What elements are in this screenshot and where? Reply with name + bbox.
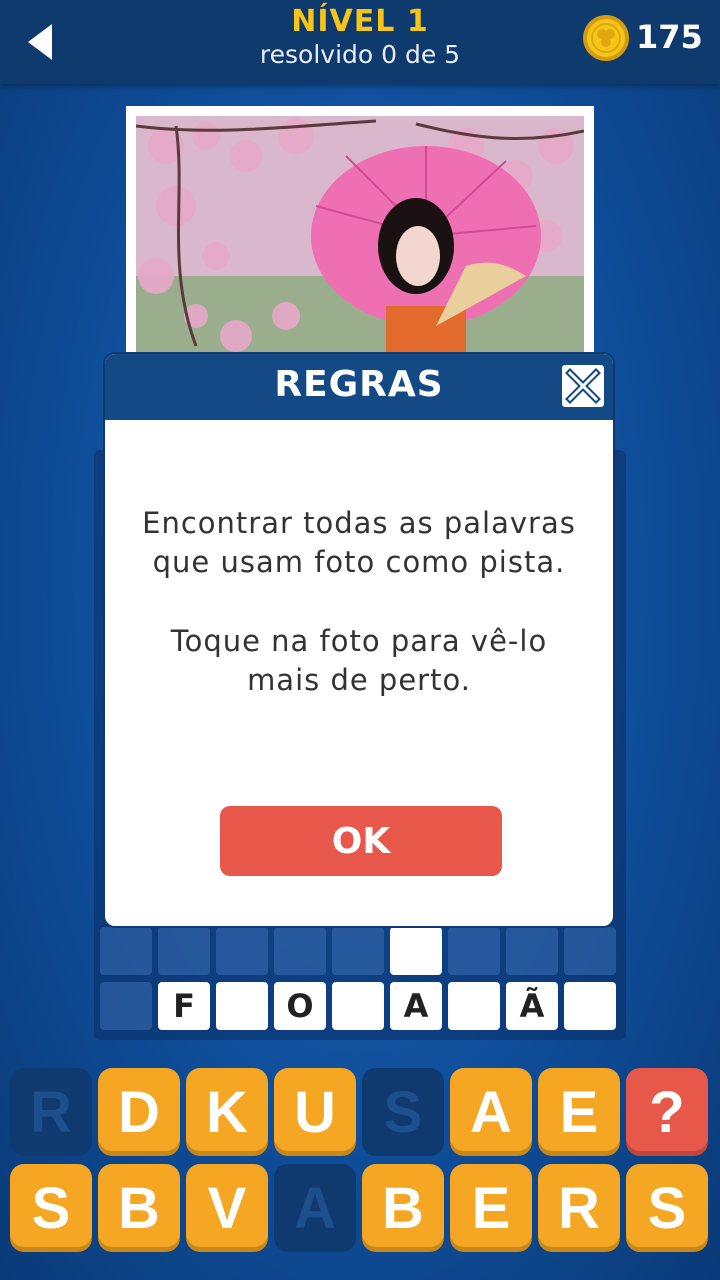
rules-line: Toque na foto para vê-lo [170, 624, 548, 658]
grid-cell [332, 927, 384, 975]
rules-line: que usam foto como pista. [152, 545, 566, 579]
grid-cell [274, 927, 326, 975]
rules-modal: REGRAS Encontrar todas as palavras que u… [103, 352, 615, 928]
photo-image [136, 116, 584, 366]
rules-line: Encontrar todas as palavras [142, 506, 576, 540]
letter-key[interactable]: K [186, 1068, 268, 1156]
letter-key[interactable]: B [362, 1164, 444, 1252]
coin-count: 175 [636, 18, 703, 56]
photo-clue[interactable] [126, 106, 594, 366]
rules-text-2: Toque na foto para vê-lo mais de perto. [125, 622, 593, 700]
grid-cell [216, 927, 268, 975]
answer-cell[interactable] [448, 982, 500, 1030]
answer-cell[interactable]: A [390, 982, 442, 1030]
grid-cell [390, 927, 442, 975]
answer-cell[interactable]: Ã [506, 982, 558, 1030]
grid-cell [564, 927, 616, 975]
answer-cell[interactable] [564, 982, 616, 1030]
letter-key[interactable]: B [98, 1164, 180, 1252]
answer-cell[interactable] [332, 982, 384, 1030]
letter-key[interactable]: A [274, 1164, 356, 1252]
letter-key[interactable]: A [450, 1068, 532, 1156]
top-bar: NÍVEL 1 resolvido 0 de 5 175 [0, 0, 720, 84]
letter-key[interactable]: R [10, 1068, 92, 1156]
letter-key[interactable]: S [626, 1164, 708, 1252]
ok-button[interactable]: OK [220, 806, 502, 876]
letter-key[interactable]: D [98, 1068, 180, 1156]
grid-cell [506, 927, 558, 975]
letter-key[interactable]: R [538, 1164, 620, 1252]
answer-cell[interactable]: O [274, 982, 326, 1030]
letter-key[interactable]: E [450, 1164, 532, 1252]
modal-title: REGRAS [274, 364, 444, 405]
hint-button[interactable]: ? [626, 1068, 708, 1156]
close-icon [565, 368, 601, 404]
rules-line: mais de perto. [247, 663, 471, 697]
answer-cell[interactable]: F [158, 982, 210, 1030]
grid-cell [448, 927, 500, 975]
letter-key[interactable]: V [186, 1164, 268, 1252]
answer-cell[interactable] [216, 982, 268, 1030]
close-button[interactable] [559, 362, 607, 410]
grid-row-empty [100, 927, 616, 975]
modal-header: REGRAS [105, 354, 613, 420]
letter-key[interactable]: E [538, 1068, 620, 1156]
letter-key[interactable]: S [362, 1068, 444, 1156]
answer-cell[interactable] [100, 982, 152, 1030]
letter-key[interactable]: U [274, 1068, 356, 1156]
letter-key[interactable]: S [10, 1164, 92, 1252]
grid-cell [158, 927, 210, 975]
answer-row: F O A Ã [100, 982, 616, 1030]
coin-icon [583, 15, 629, 61]
rules-text-1: Encontrar todas as palavras que usam fot… [125, 504, 593, 582]
grid-cell [100, 927, 152, 975]
